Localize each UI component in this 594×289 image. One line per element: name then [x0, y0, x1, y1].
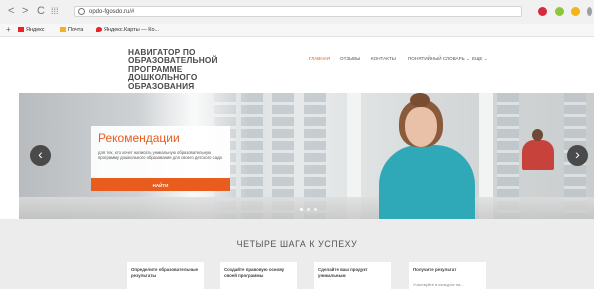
step-title: Сделайте ваш продукт уникальным [318, 267, 368, 278]
bookmark-label: Почта [68, 27, 84, 33]
bookmark-mail[interactable]: Почта [60, 26, 83, 34]
site-logo[interactable]: НАВИГАТОР ПО ОБРАЗОВАТЕЛЬНОЙ ПРОГРАММЕ Д… [128, 48, 248, 90]
menu-item-reviews[interactable]: ОТЗЫВЫ [340, 56, 360, 61]
globe-icon [78, 8, 85, 15]
yandex-icon [18, 27, 24, 32]
chevron-left-icon: ‹ [38, 146, 43, 162]
site-header: НАВИГАТОР ПО ОБРАЗОВАТЕЛЬНОЙ ПРОГРАММЕ Д… [0, 37, 594, 93]
step-card[interactable]: Получите результат Участвуйте в конкурсе… [409, 262, 486, 289]
background-person-image [522, 140, 554, 170]
steps-title: ЧЕТЫРЕ ШАГА К УСПЕХУ [236, 239, 358, 249]
map-pin-icon [96, 27, 102, 32]
step-title: Получите результат [413, 267, 457, 272]
recommendations-title: Рекомендации [98, 131, 180, 145]
step-card[interactable]: Создайте правовую основу своей программы [220, 262, 297, 289]
step-title: Определите образовательные результаты [131, 267, 199, 278]
url-text: opdo-fgosdo.ru/# [89, 9, 135, 15]
slider-dot-active[interactable] [300, 208, 303, 211]
reload-button[interactable]: C [37, 6, 45, 17]
chevron-right-icon: › [575, 146, 580, 162]
slider-prev-button[interactable]: ‹ [30, 145, 51, 166]
menu-item-contacts[interactable]: КОНТАКТЫ [371, 56, 396, 61]
shield-extension-icon[interactable] [555, 7, 564, 16]
menu-item-home[interactable]: ГЛАВНАЯ [309, 56, 330, 61]
bookmark-yandex[interactable]: Яндекс [18, 26, 45, 34]
bookmark-maps[interactable]: Яндекс.Карты — Ко... [96, 26, 159, 34]
step-card[interactable]: Сделайте ваш продукт уникальным [314, 262, 391, 289]
slider-dot[interactable] [314, 208, 317, 211]
new-tab-button[interactable]: + [6, 26, 11, 34]
student-woman-image [379, 145, 475, 219]
menu-extension-icon[interactable] [587, 7, 592, 16]
menu-item-more[interactable]: ЕЩЕ ⌄ [472, 56, 488, 62]
step-card[interactable]: Определите образовательные результаты [127, 262, 204, 289]
steps-section: ЧЕТЫРЕ ШАГА К УСПЕХУ Определите образова… [0, 219, 594, 289]
back-button[interactable]: < [8, 6, 14, 17]
mail-icon [60, 27, 66, 32]
apps-button[interactable]: ⁞⁞⁞ [51, 6, 59, 17]
student-hair-bun-image [410, 93, 430, 107]
student-face-image [405, 107, 437, 147]
bookmarks-bar: + Яндекс Почта Яндекс.Карты — Ко... [0, 24, 594, 37]
background-person-head-image [532, 129, 543, 141]
recommendations-description: для тех, кто хочет написать уникальную о… [98, 150, 222, 161]
step-title: Создайте правовую основу своей программы [224, 267, 285, 278]
logo-line: ОБРАЗОВАНИЯ [128, 80, 195, 91]
star-extension-icon[interactable] [571, 7, 580, 16]
forward-button[interactable]: > [22, 6, 28, 17]
bookmark-label: Яндекс [26, 27, 45, 33]
find-button[interactable]: НАЙТИ [91, 178, 230, 191]
step-subtitle: Участвуйте в конкурсе на... [413, 282, 464, 287]
slider-next-button[interactable]: › [567, 145, 588, 166]
bookmark-label: Яндекс.Карты — Ко... [104, 27, 160, 33]
browser-toolbar: < > C ⁞⁞⁞ opdo-fgosdo.ru/# [0, 0, 594, 25]
heart-extension-icon[interactable] [538, 7, 547, 16]
slider-dot[interactable] [307, 208, 310, 211]
menu-item-glossary[interactable]: ПОНЯТИЙНЫЙ СЛОВАРЬ ⌄ [408, 56, 470, 62]
address-bar[interactable]: opdo-fgosdo.ru/# [74, 6, 522, 17]
